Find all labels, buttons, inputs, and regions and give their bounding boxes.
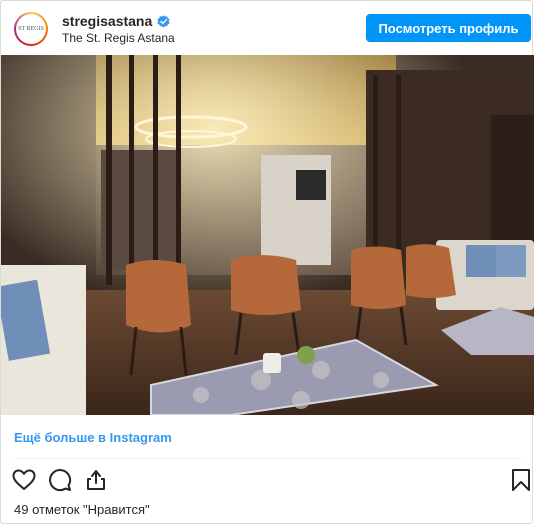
view-profile-button[interactable]: Посмотреть профиль [366,14,531,42]
more-on-instagram-link[interactable]: Ещё больше в Instagram [14,430,172,445]
verified-badge-icon [157,14,170,28]
lounge-photo-image [1,55,534,415]
post-header: ST REGIS stregisastana The St. Regis Ast… [1,1,534,55]
share-button[interactable] [83,467,109,493]
avatar-logo-text: ST REGIS [18,26,44,32]
location-label[interactable]: The St. Regis Astana [62,31,175,45]
username-row: stregisastana [62,13,170,29]
heart-icon [12,469,36,490]
divider [14,458,521,459]
bookmark-icon [512,469,530,491]
avatar-logo: ST REGIS [16,14,46,44]
avatar[interactable]: ST REGIS [14,12,48,46]
post-photo[interactable] [1,55,534,415]
save-button[interactable] [508,467,534,493]
instagram-embed-card: ST REGIS stregisastana The St. Regis Ast… [0,0,534,524]
like-button[interactable] [11,467,37,493]
comment-icon [49,469,72,492]
likes-count[interactable]: 49 отметок "Нравится" [14,502,150,517]
comment-button[interactable] [47,467,73,493]
action-bar [11,467,119,493]
username[interactable]: stregisastana [62,13,152,29]
share-icon [87,470,105,490]
